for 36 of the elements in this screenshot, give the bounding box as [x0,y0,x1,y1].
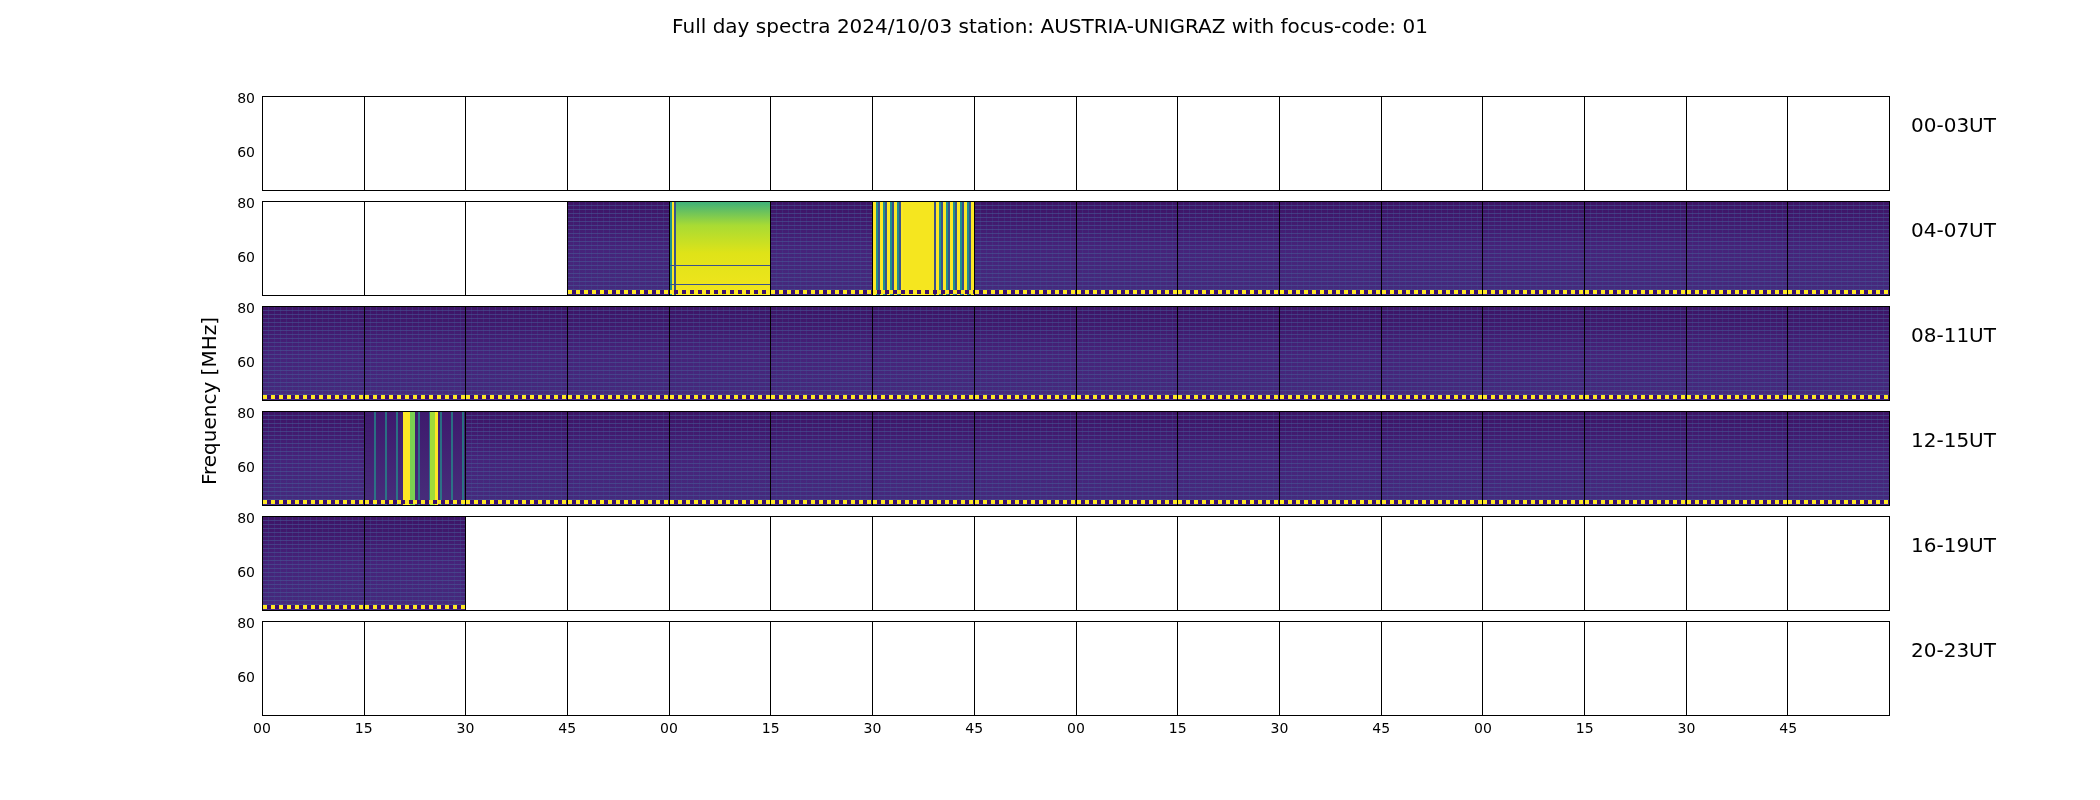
tick-label: 45 [965,720,984,736]
tick-label: 80 [237,405,255,421]
figure-title: Full day spectra 2024/10/03 station: AUSTRIA-UNIGRAZ with focus-code: 01 [671,13,1429,40]
tick-label: 15 [761,720,780,736]
tick-label: 30 [1270,720,1289,736]
row-label: 08-11UT [1911,323,1996,347]
row-label: 16-19UT [1911,533,1996,557]
tick-label: 60 [237,249,255,265]
tick-label: 80 [237,195,255,211]
tick-label: 30 [456,720,475,736]
tick-label: 15 [354,720,373,736]
row-label: 12-15UT [1911,428,1996,452]
tick-label: 60 [237,669,255,685]
tick-label: 00 [253,720,271,736]
tick-label: 15 [1575,720,1594,736]
tick-label: 45 [1372,720,1391,736]
tick-label: 00 [1067,720,1085,736]
tick-label: 60 [237,564,255,580]
tick-label: 60 [237,144,255,160]
tick-label: 60 [237,459,255,475]
tick-label: 80 [237,300,255,316]
row-label: 20-23UT [1911,638,1996,662]
tick-label: 80 [237,510,255,526]
row-label: 04-07UT [1911,218,1996,242]
tick-label: 60 [237,354,255,370]
tick-label: 45 [558,720,577,736]
tick-label: 15 [1168,720,1187,736]
axis-label: Frequency [MHz] [197,316,221,486]
tick-label: 00 [660,720,678,736]
tick-label: 80 [237,90,255,106]
tick-label: 30 [1677,720,1696,736]
tick-label: 80 [237,615,255,631]
row-label: 00-03UT [1911,113,1996,137]
tick-label: 00 [1474,720,1492,736]
tick-label: 30 [863,720,882,736]
tick-label: 45 [1779,720,1798,736]
